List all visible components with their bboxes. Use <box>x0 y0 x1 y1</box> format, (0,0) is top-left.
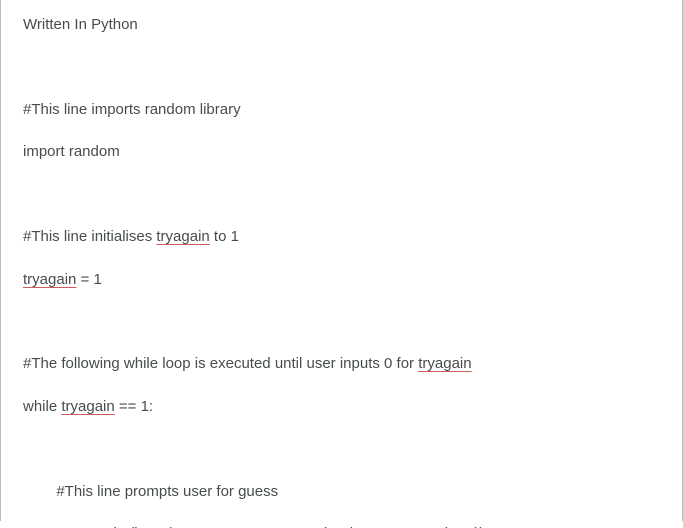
spellcheck-underline: tryagain <box>61 398 114 415</box>
code-line: #This line prompts user for guess <box>23 481 660 502</box>
text: random library <box>145 101 241 118</box>
spellcheck-underline: tryagain <box>23 271 76 288</box>
text: #This line initialises <box>23 228 156 245</box>
blank-line <box>23 184 660 205</box>
code-block[interactable]: Written In Python #This line imports ran… <box>23 0 660 528</box>
spellcheck-underline: tryagain <box>418 355 471 372</box>
text: user inputs <box>307 355 380 372</box>
blank-line <box>23 57 660 78</box>
blank-line <box>23 438 660 459</box>
text: #This line imports <box>23 101 145 118</box>
text: import random <box>23 143 120 160</box>
code-line: #This line initialises tryagain to 1 <box>23 226 660 247</box>
spellcheck-underline: tryagain <box>156 228 209 245</box>
code-line: import random <box>23 141 660 162</box>
text: = 1 <box>76 271 101 288</box>
text: while <box>23 398 61 415</box>
code-line: #The following while loop is executed un… <box>23 353 660 374</box>
text: Written In Python <box>23 16 138 33</box>
text: #This line prompts user for guess <box>23 483 278 500</box>
editor-page: Written In Python #This line imports ran… <box>0 0 683 521</box>
code-line: #This line imports random library <box>23 99 660 120</box>
text: 0 for <box>380 355 418 372</box>
text: #The following while loop is executed un… <box>23 355 307 372</box>
blank-line <box>23 311 660 332</box>
text: == 1: <box>115 398 153 415</box>
code-line: while tryagain == 1: <box>23 396 660 417</box>
code-line: tryagain = 1 <box>23 269 660 290</box>
text: to 1 <box>210 228 239 245</box>
code-line: Written In Python <box>23 14 660 35</box>
code-line: guess = int(input("Enter your guess numb… <box>23 523 660 528</box>
